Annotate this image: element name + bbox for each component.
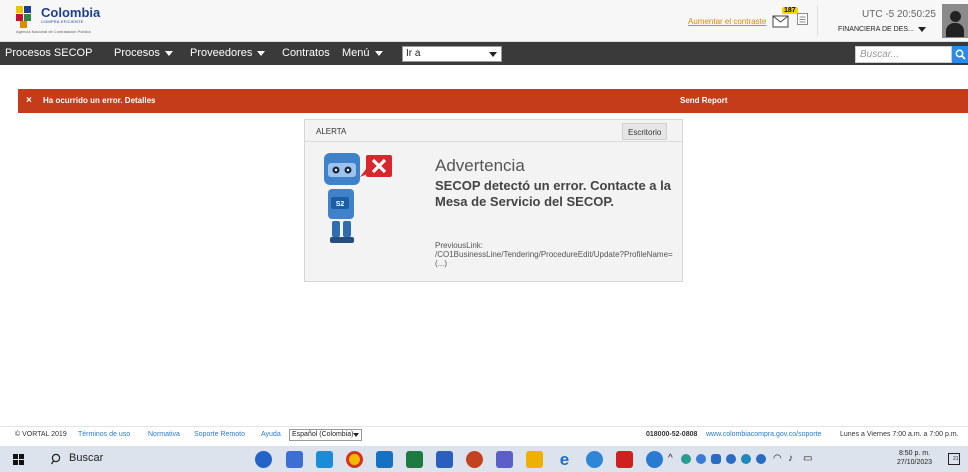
header-separator [817,6,818,36]
mail-count-badge: 187 [782,7,798,14]
powerpoint-icon[interactable] [466,451,483,468]
nav-item-label: Contratos [282,47,330,59]
nav-procesos-secop[interactable]: Procesos SECOP [5,47,92,59]
tray-icon-5[interactable] [741,454,751,464]
logo-tagline: Agencia Nacional de Contratación Pública [16,29,91,34]
help-app-icon[interactable] [646,451,663,468]
tray-icon-4[interactable] [726,454,736,464]
increase-contrast-link[interactable]: Aumentar el contraste [688,17,766,26]
battery-icon[interactable]: ▭ [803,453,812,464]
alert-header: ALERTA Escritorio [305,120,682,142]
nav-contratos[interactable]: Contratos [282,47,330,59]
word-icon[interactable] [436,451,453,468]
notifications-icon[interactable]: 21 [948,453,960,465]
chevron-down-icon [164,50,173,56]
chevron-down-icon [917,26,926,32]
error-details-link[interactable]: Ha ocurrido un error. Detalles [43,96,155,105]
server-clock: UTC -5 20:50:25 [862,9,936,20]
nav-proveedores[interactable]: Proveedores [190,47,266,59]
teams-icon[interactable] [496,451,513,468]
page-footer: © VORTAL 2019 Términos de uso Normativa … [0,426,968,444]
security-app-icon[interactable] [286,451,303,468]
user-avatar[interactable] [942,4,968,38]
chevron-up-icon[interactable]: ^ [668,453,673,464]
documents-icon[interactable] [797,13,808,25]
robot-mascot-icon: S2 [324,153,392,243]
warning-title: Advertencia [435,156,525,175]
chevron-down-icon [374,50,383,56]
language-select[interactable]: Español (Colombia) [289,429,362,441]
nav-menu[interactable]: Menú [342,47,383,59]
windows-taskbar: Buscar e ^ ◠ ♪ ▭ 8:50 p. m. 27/10/2023 2… [0,446,968,472]
taskbar-search-label: Buscar [69,452,104,464]
nav-item-label: Procesos SECOP [5,47,93,59]
tray-icon-3[interactable] [711,454,721,464]
desktop-button[interactable]: Escritorio [622,123,668,140]
chrome-icon[interactable] [346,451,363,468]
chevron-down-icon [489,52,497,57]
notification-count: 21 [953,456,959,462]
language-value: Español (Colombia) [292,431,354,438]
tray-icon-2[interactable] [696,454,706,464]
support-hours: Lunes a Viernes 7:00 a.m. a 7:00 p.m. [840,431,959,438]
send-report-link[interactable]: Send Report [680,96,728,105]
nav-item-label: Procesos [114,47,160,59]
search-input[interactable]: Buscar... [855,46,952,63]
copyright-text: © VORTAL 2019 [15,431,67,438]
windows-start-icon[interactable] [13,454,25,466]
app-icon-2[interactable] [586,451,603,468]
clock-date: 27/10/2023 [897,459,933,466]
goto-value: Ir a [406,48,421,59]
logo-subtitle: COMPRA EFICIENTE [41,19,84,24]
search-icon [51,453,61,465]
company-name: FINANCIERA DE DES... [838,26,914,33]
tray-icon-1[interactable] [681,454,691,464]
error-banner: × Ha ocurrido un error. Detalles Send Re… [18,89,968,113]
terms-link[interactable]: Términos de uso [78,431,130,438]
tray-icon-6[interactable] [756,454,766,464]
excel-icon[interactable] [406,451,423,468]
chevron-down-icon [257,50,266,56]
remote-support-link[interactable]: Soporte Remoto [194,431,245,438]
support-site-link[interactable]: www.colombiacompra.gov.co/soporte [706,431,821,438]
nav-item-label: Menú [342,47,370,59]
search-icon [955,49,966,60]
top-header: Colombia COMPRA EFICIENTE Agencia Nacion… [0,0,968,42]
clock-time: 8:50 p. m. [898,450,931,457]
chevron-down-icon [353,433,359,437]
robot-tag-label: S2 [336,201,345,208]
volume-icon[interactable]: ♪ [788,453,793,464]
taskbar-clock[interactable]: 8:50 p. m. 27/10/2023 [897,449,932,467]
mail-icon[interactable] [772,12,794,28]
logo-title: Colombia [41,5,101,20]
regulations-link[interactable]: Normativa [148,431,180,438]
support-phone: 018000-52-0808 [646,431,698,438]
alert-panel: ALERTA Escritorio S2 Advertencia SECOP d… [304,119,683,282]
previous-link-label: PreviousLink: [435,241,484,250]
nav-item-label: Proveedores [190,47,253,59]
close-icon[interactable]: × [26,95,32,106]
company-selector[interactable]: FINANCIERA DE DES... [838,26,926,33]
outlook-icon[interactable] [376,451,393,468]
warning-message: SECOP detectó un error. Contacte a la Me… [435,178,671,209]
app-icon-1[interactable] [255,451,272,468]
search-button[interactable] [952,46,968,63]
remote-desktop-icon[interactable] [316,451,333,468]
help-link[interactable]: Ayuda [261,431,281,438]
internet-explorer-icon[interactable]: e [556,451,573,468]
previous-link-value: /CO1BusinessLine/Tendering/ProcedureEdit… [435,250,673,268]
acrobat-icon[interactable] [616,451,633,468]
colombia-compra-logo[interactable]: Colombia COMPRA EFICIENTE Agencia Nacion… [16,4,136,36]
logo-mark-icon [16,6,38,28]
goto-select[interactable]: Ir a [402,46,502,62]
previous-link-info: PreviousLink: /CO1BusinessLine/Tendering… [435,241,675,268]
alert-title: ALERTA [316,127,347,136]
nav-procesos[interactable]: Procesos [114,47,173,59]
file-explorer-icon[interactable] [526,451,543,468]
wifi-icon[interactable]: ◠ [773,453,782,464]
